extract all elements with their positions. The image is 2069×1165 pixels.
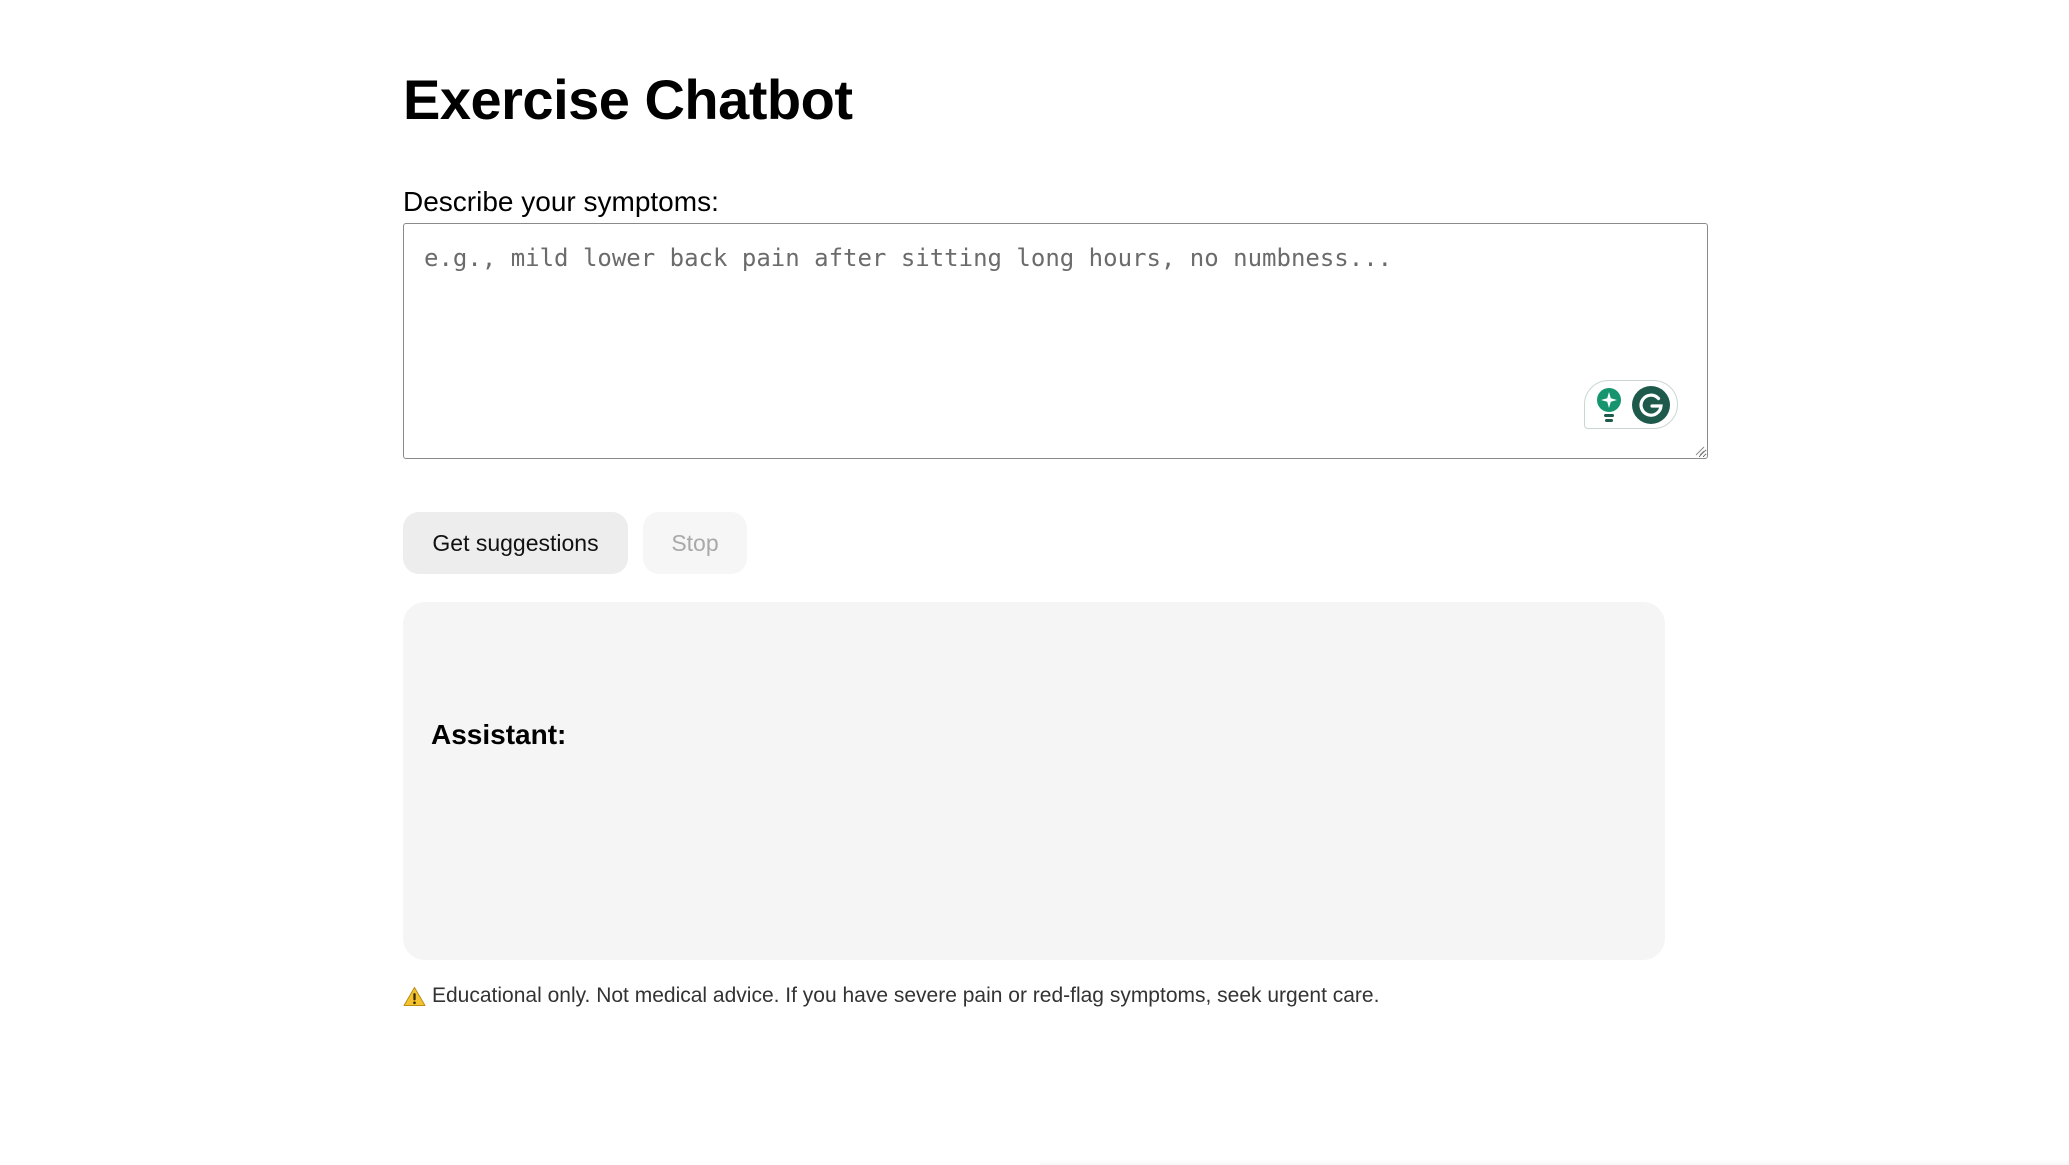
stop-button[interactable]: Stop — [643, 512, 747, 574]
get-suggestions-button[interactable]: Get suggestions — [403, 512, 628, 574]
disclaimer-text: Educational only. Not medical advice. If… — [432, 984, 1380, 1007]
page-title: Exercise Chatbot — [403, 68, 853, 131]
warning-icon — [403, 986, 426, 1006]
grammarly-widget[interactable] — [1584, 380, 1678, 429]
symptoms-input[interactable] — [403, 223, 1708, 459]
assistant-label: Assistant: — [431, 719, 567, 750]
grammarly-g-icon[interactable] — [1631, 385, 1671, 425]
action-buttons: Get suggestions Stop — [403, 512, 747, 574]
symptoms-field-wrapper — [403, 223, 1708, 459]
lightbulb-icon[interactable] — [1595, 386, 1623, 424]
assistant-panel: Assistant: — [403, 602, 1665, 960]
bottom-shadow — [1040, 1159, 2069, 1165]
page: Exercise Chatbot Describe your symptoms: — [0, 0, 2069, 1165]
disclaimer: Educational only. Not medical advice. If… — [403, 984, 1379, 1008]
symptoms-label: Describe your symptoms: — [403, 186, 719, 217]
